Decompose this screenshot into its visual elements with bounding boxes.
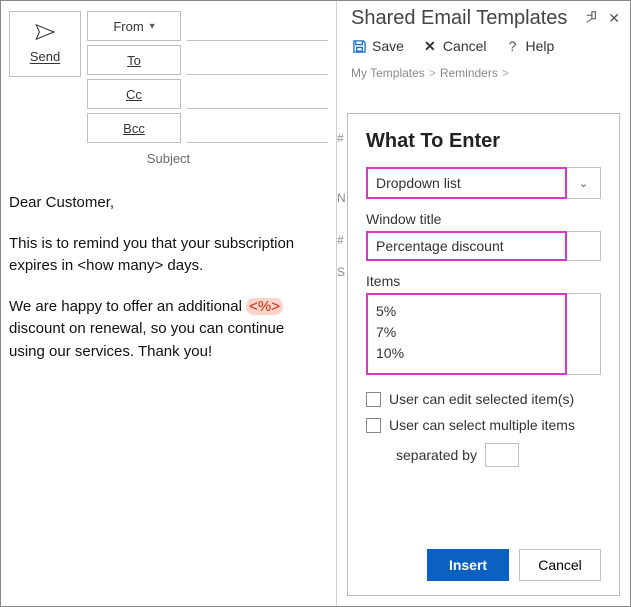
insert-label: Insert xyxy=(449,557,487,573)
save-icon xyxy=(351,38,367,54)
from-button[interactable]: From ▾ xyxy=(87,11,181,41)
email-p1b: days. xyxy=(163,257,203,274)
from-input[interactable] xyxy=(187,11,328,41)
cc-button[interactable]: Cc xyxy=(87,79,181,109)
x-icon: ✕ xyxy=(422,38,438,54)
email-p1-placeholder: <how many> xyxy=(77,257,163,274)
bcc-button[interactable]: Bcc xyxy=(87,113,181,143)
cancel-button[interactable]: ✕ Cancel xyxy=(422,38,487,54)
dialog-cancel-label: Cancel xyxy=(538,557,582,573)
recipient-fields: From ▾ To Cc xyxy=(87,11,328,143)
email-greeting: Dear Customer, xyxy=(9,194,114,211)
help-label: Help xyxy=(526,38,555,54)
item-2: 10% xyxy=(376,343,557,364)
to-button[interactable]: To xyxy=(87,45,181,75)
email-p2-placeholder: <%> xyxy=(246,298,283,315)
dialog-title: What To Enter xyxy=(366,130,601,153)
items-tail xyxy=(567,293,601,375)
chevron-down-icon: ⌄ xyxy=(579,177,588,190)
type-dropdown-caret[interactable]: ⌄ xyxy=(567,167,601,199)
save-label: Save xyxy=(372,38,404,54)
save-button[interactable]: Save xyxy=(351,38,404,54)
dialog-cancel-button[interactable]: Cancel xyxy=(519,549,601,581)
type-value: Dropdown list xyxy=(376,175,461,191)
window-title-tail xyxy=(567,231,601,261)
crumb-a: My Templates xyxy=(351,66,425,80)
close-icon[interactable]: ✕ xyxy=(608,10,620,27)
subject-label[interactable]: Subject xyxy=(9,151,328,166)
window-title-value: Percentage discount xyxy=(376,238,504,254)
checkbox-multi-label: User can select multiple items xyxy=(389,417,575,433)
bcc-label: Bcc xyxy=(123,121,145,136)
window-title-label: Window title xyxy=(366,211,601,227)
app-window: Send From ▾ To C xyxy=(0,0,631,607)
window-title-input[interactable]: Percentage discount xyxy=(366,231,567,261)
checkbox-edit[interactable] xyxy=(366,392,381,407)
ghost-hash: # xyxy=(337,233,344,247)
checkbox-multi[interactable] xyxy=(366,418,381,433)
items-label: Items xyxy=(366,273,601,289)
separator-input[interactable] xyxy=(485,443,519,467)
send-icon xyxy=(35,24,55,45)
compose-pane: Send From ▾ To C xyxy=(1,1,337,606)
panel-toolbar: Save ✕ Cancel ? Help xyxy=(337,34,630,62)
to-label: To xyxy=(127,53,141,68)
item-1: 7% xyxy=(376,322,557,343)
email-p2b: discount on renewal, so you can continue… xyxy=(9,320,284,360)
insert-button[interactable]: Insert xyxy=(427,549,509,581)
checkbox-edit-label: User can edit selected item(s) xyxy=(389,391,574,407)
crumb-b: Reminders xyxy=(440,66,498,80)
ghost-icon: # xyxy=(337,131,344,145)
separated-by-label: separated by xyxy=(396,447,477,463)
cancel-label: Cancel xyxy=(443,38,487,54)
bcc-input[interactable] xyxy=(187,113,328,143)
type-dropdown[interactable]: Dropdown list xyxy=(366,167,567,199)
from-label: From xyxy=(113,19,143,34)
ghost-text: N xyxy=(337,191,346,205)
email-body[interactable]: Dear Customer, This is to remind you tha… xyxy=(9,192,328,381)
breadcrumb[interactable]: My Templates>Reminders> xyxy=(337,62,630,84)
email-p2a: We are happy to offer an additional xyxy=(9,298,246,315)
compose-header: Send From ▾ To C xyxy=(9,7,328,143)
send-label: Send xyxy=(30,49,60,64)
items-textarea[interactable]: 5% 7% 10% xyxy=(366,293,567,375)
help-icon: ? xyxy=(505,38,521,54)
cc-label: Cc xyxy=(126,87,142,102)
what-to-enter-dialog: What To Enter Dropdown list ⌄ Window tit… xyxy=(347,113,620,596)
help-button[interactable]: ? Help xyxy=(505,38,555,54)
send-button[interactable]: Send xyxy=(9,11,81,77)
item-0: 5% xyxy=(376,301,557,322)
templates-panel: Shared Email Templates ✕ Save ✕ Cancel ? xyxy=(337,1,630,606)
pin-icon[interactable] xyxy=(584,10,598,27)
to-input[interactable] xyxy=(187,45,328,75)
panel-title: Shared Email Templates xyxy=(351,7,567,30)
ghost-s: S xyxy=(337,265,345,279)
cc-input[interactable] xyxy=(187,79,328,109)
chevron-down-icon: ▾ xyxy=(150,21,155,32)
